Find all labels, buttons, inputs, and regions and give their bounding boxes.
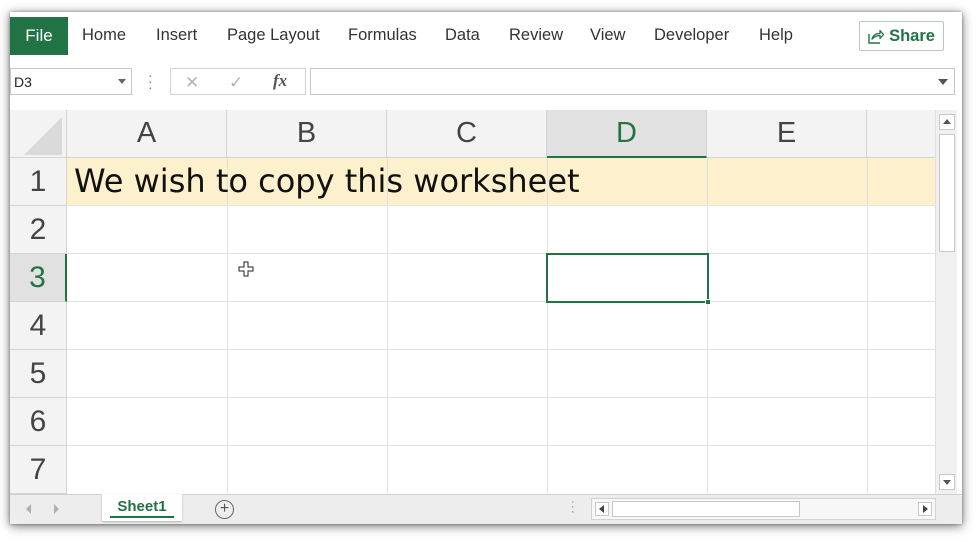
tab-home[interactable]: Home xyxy=(82,26,126,45)
formula-bar-resize-handle[interactable]: · · · xyxy=(148,68,153,94)
horizontal-scrollbar[interactable] xyxy=(591,498,936,520)
tab-page-layout[interactable]: Page Layout xyxy=(227,26,320,45)
ribbon-tab-bar: File Home Insert Page Layout Formulas Da… xyxy=(10,12,962,58)
column-header-a[interactable]: A xyxy=(67,110,227,158)
gridline xyxy=(67,301,935,302)
tab-file[interactable]: File xyxy=(10,17,68,55)
sheet-tab-bar: Sheet1 + · · · xyxy=(10,494,962,524)
fill-handle[interactable] xyxy=(705,299,711,305)
row-header-2[interactable]: 2 xyxy=(10,206,67,254)
select-all-triangle-icon xyxy=(24,117,62,155)
name-box[interactable]: D3 xyxy=(10,68,132,95)
gridline xyxy=(67,349,935,350)
gridline xyxy=(707,158,708,494)
horizontal-scroll-thumb[interactable] xyxy=(612,501,800,517)
expand-formula-bar-icon[interactable] xyxy=(938,79,948,85)
formula-bar: D3 · · · ✕ ✓ fx xyxy=(10,58,962,110)
tab-split-handle[interactable]: · · · xyxy=(571,497,575,518)
column-header-b[interactable]: B xyxy=(227,110,387,158)
row-header-1[interactable]: 1 xyxy=(10,158,67,206)
gridline xyxy=(67,253,935,254)
formula-bar-buttons: ✕ ✓ fx xyxy=(170,68,306,95)
sheet-tab-sheet1[interactable]: Sheet1 xyxy=(102,494,182,521)
tab-formulas[interactable]: Formulas xyxy=(348,26,417,45)
row-header-3[interactable]: 3 xyxy=(10,254,67,302)
vertical-scroll-thumb[interactable] xyxy=(939,134,955,252)
gridline xyxy=(387,158,388,494)
active-cell-d3[interactable] xyxy=(546,253,709,303)
name-box-value: D3 xyxy=(14,74,32,90)
tab-review[interactable]: Review xyxy=(509,26,563,45)
column-header-c[interactable]: C xyxy=(387,110,547,158)
cell-cursor-icon xyxy=(238,261,254,282)
add-sheet-button[interactable]: + xyxy=(215,500,234,519)
row-header-4[interactable]: 4 xyxy=(10,302,67,350)
sheet-prev-icon[interactable] xyxy=(26,504,31,514)
tab-insert[interactable]: Insert xyxy=(156,26,197,45)
column-header-d[interactable]: D xyxy=(547,110,707,158)
worksheet-grid[interactable]: A B C D E 1 2 3 4 5 6 7 We wish to copy … xyxy=(10,110,935,494)
tab-data[interactable]: Data xyxy=(445,26,480,45)
share-button[interactable]: Share xyxy=(859,21,944,51)
tab-view[interactable]: View xyxy=(590,26,625,45)
cell-a1[interactable]: We wish to copy this worksheet xyxy=(74,162,580,200)
row-header-5[interactable]: 5 xyxy=(10,350,67,398)
tab-developer[interactable]: Developer xyxy=(654,26,729,45)
check-icon[interactable]: ✓ xyxy=(229,73,243,93)
column-header-f[interactable] xyxy=(867,110,935,158)
gridline xyxy=(67,397,935,398)
gridline xyxy=(227,158,228,494)
gridline xyxy=(547,158,548,494)
formula-input[interactable] xyxy=(310,68,955,95)
scroll-up-icon[interactable] xyxy=(939,114,955,130)
share-icon xyxy=(868,29,885,44)
row-header-6[interactable]: 6 xyxy=(10,398,67,446)
scroll-down-icon[interactable] xyxy=(939,474,955,490)
scroll-right-icon[interactable] xyxy=(918,502,932,516)
row-header-7[interactable]: 7 xyxy=(10,446,67,494)
vertical-scrollbar[interactable] xyxy=(935,110,957,494)
gridline xyxy=(867,158,868,494)
chevron-down-icon[interactable] xyxy=(118,79,126,84)
insert-function-icon[interactable]: fx xyxy=(273,71,287,91)
select-all-button[interactable] xyxy=(10,110,67,158)
tab-help[interactable]: Help xyxy=(759,26,793,45)
gridline xyxy=(67,205,935,206)
cancel-icon[interactable]: ✕ xyxy=(185,73,199,93)
column-header-e[interactable]: E xyxy=(707,110,867,158)
share-label: Share xyxy=(889,26,935,45)
sheet-next-icon[interactable] xyxy=(54,504,59,514)
scroll-left-icon[interactable] xyxy=(595,502,609,516)
gridline xyxy=(67,445,935,446)
excel-window: File Home Insert Page Layout Formulas Da… xyxy=(10,12,962,524)
